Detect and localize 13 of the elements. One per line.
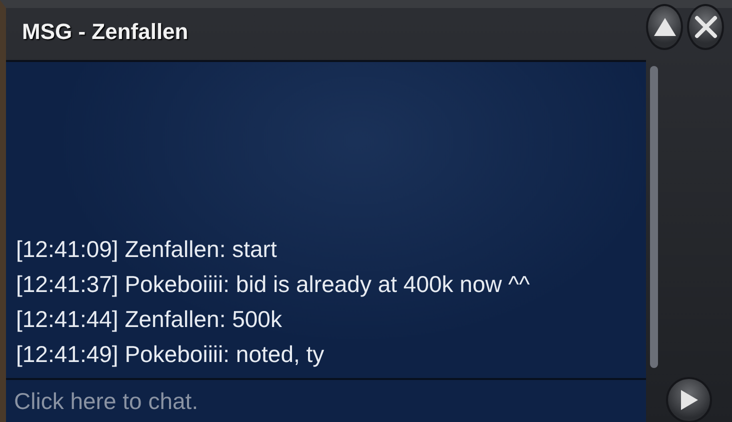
chat-message: [12:41:44] Zenfallen: 500k (16, 305, 283, 334)
play-triangle-icon (678, 388, 700, 412)
chat-message: [12:41:37] Pokeboiiii: bid is already at 400k now ^^ (16, 270, 531, 299)
scrollbar-thumb[interactable] (650, 66, 658, 368)
window-title: MSG - Zenfallen (22, 19, 188, 45)
chat-message: [12:41:49] Pokeboiiii: noted, ty (16, 340, 326, 369)
collapse-button[interactable] (646, 4, 683, 50)
chat-input[interactable]: Click here to chat. (6, 380, 646, 422)
send-button[interactable] (666, 377, 712, 422)
close-icon (694, 15, 718, 39)
up-triangle-icon (652, 16, 678, 38)
close-button[interactable] (687, 4, 724, 50)
chat-message: [12:41:09] Zenfallen: start (16, 235, 278, 264)
